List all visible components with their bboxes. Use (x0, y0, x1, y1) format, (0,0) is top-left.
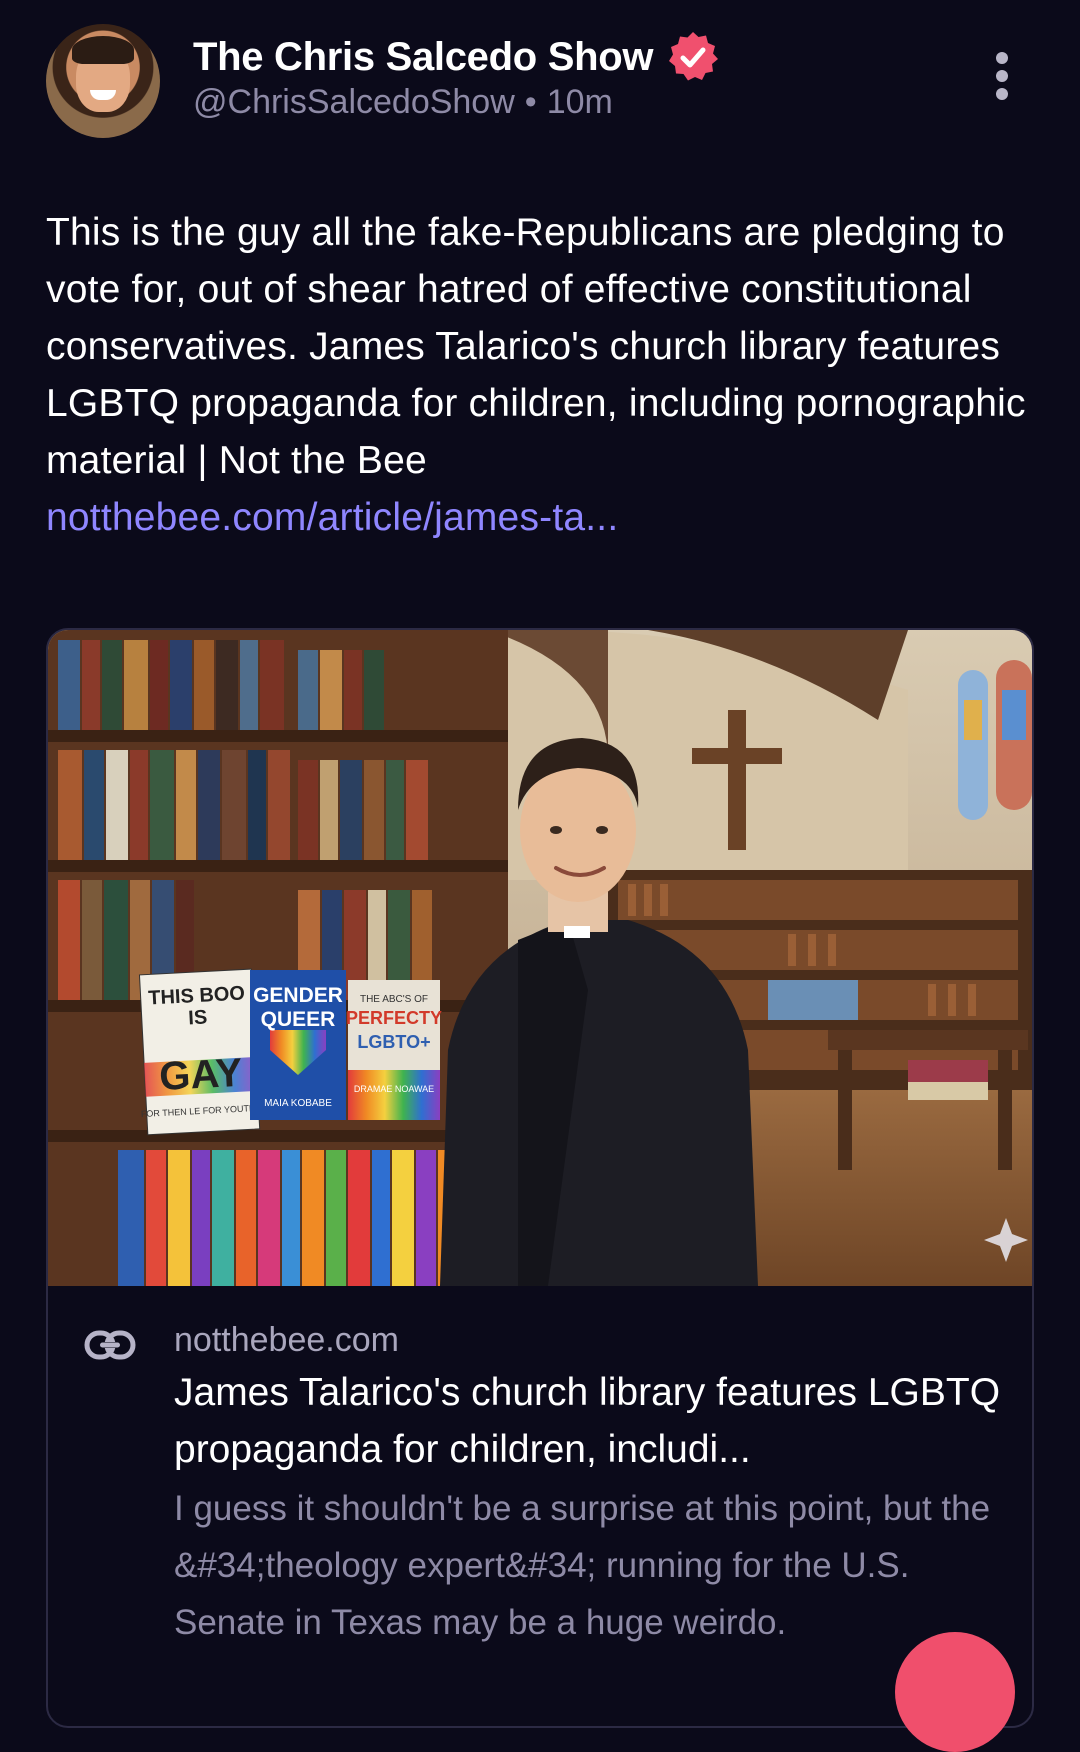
book2-title-line1: GENDER (253, 984, 343, 1007)
author-meta: @ChrisSalcedoShow • 10m (193, 83, 721, 122)
book1-title-line2: IS (188, 1006, 208, 1029)
post-timestamp[interactable]: 10m (547, 83, 613, 122)
book3-title-line3: LGBTO+ (357, 1032, 430, 1052)
book2-title-line2: QUEER (261, 1008, 336, 1031)
avatar[interactable] (46, 24, 160, 138)
link-preview-image[interactable]: THIS BOO IS GAY FOR THEN LE FOR YOUTH U … (48, 630, 1032, 1286)
book1-title-line3: GAY (158, 1051, 244, 1099)
more-options-icon[interactable] (990, 52, 1014, 108)
author-handle[interactable]: @ChrisSalcedoShow (193, 83, 515, 122)
link-preview-description: I guess it shouldn't be a surprise at th… (174, 1489, 991, 1642)
link-preview-domain: notthebee.com (174, 1321, 399, 1359)
author-info: The Chris Salcedo Show @ChrisSalcedoShow… (193, 29, 721, 122)
link-preview-title[interactable]: James Talarico's church library features… (174, 1364, 1004, 1478)
verified-badge-icon (669, 32, 719, 81)
meta-separator: • (524, 83, 537, 121)
avatar-hair (72, 36, 134, 64)
author-display-name[interactable]: The Chris Salcedo Show (193, 35, 653, 80)
post-body: This is the guy all the fake-Republicans… (46, 204, 1036, 546)
book3-title-line1: THE ABC'S OF (360, 994, 428, 1005)
book3-author: DRAMAE NOAWAE (354, 1084, 434, 1094)
book2-author: MAIA KOBABE (264, 1098, 332, 1109)
book3-title-line2: PERFECTY (346, 1008, 442, 1028)
link-preview-card[interactable]: THIS BOO IS GAY FOR THEN LE FOR YOUTH U … (46, 628, 1034, 1728)
author-name-row: The Chris Salcedo Show (193, 29, 721, 85)
post-text: This is the guy all the fake-Republicans… (46, 211, 1026, 482)
post-header: The Chris Salcedo Show @ChrisSalcedoShow… (46, 24, 1034, 144)
post-link[interactable]: notthebee.com/article/james-ta... (46, 489, 1036, 546)
link-preview-details: notthebee.com James Talarico's church li… (48, 1286, 1032, 1651)
church-library-illustration: THIS BOO IS GAY FOR THEN LE FOR YOUTH U … (48, 630, 1032, 1286)
floating-action-button[interactable] (895, 1632, 1015, 1752)
link-icon (84, 1330, 136, 1360)
